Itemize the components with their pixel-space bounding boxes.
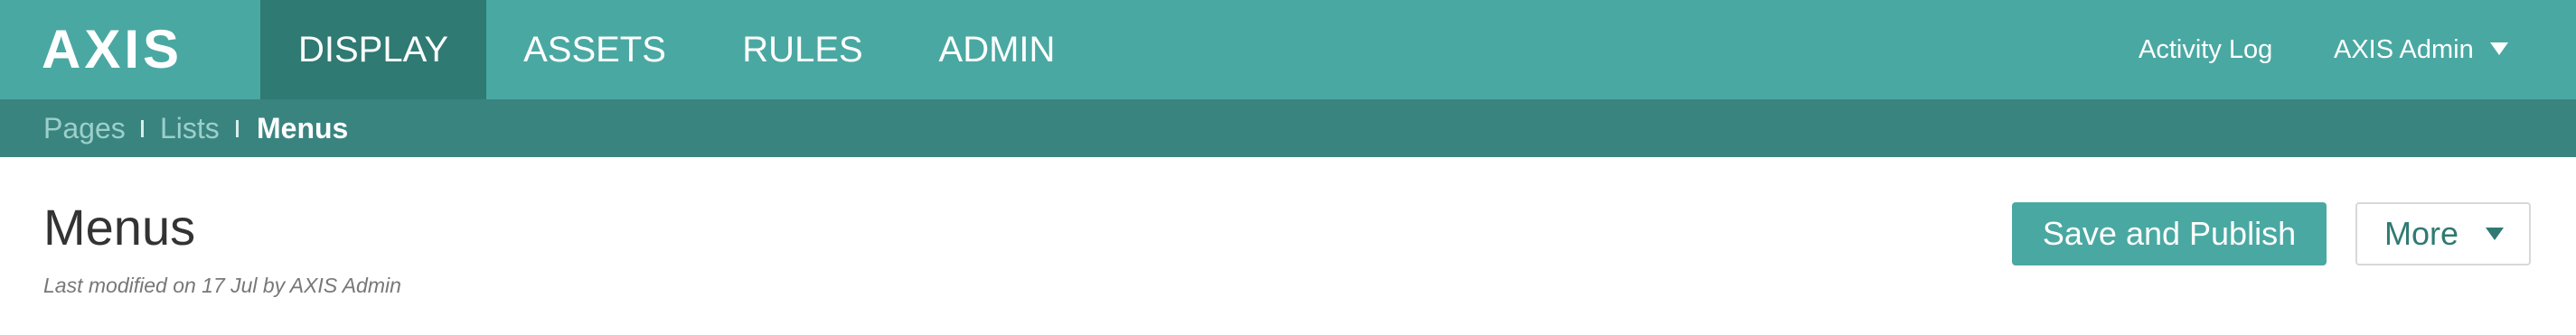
breadcrumb-item-menus: Menus [257,112,349,144]
more-button[interactable]: More [2355,202,2531,265]
breadcrumb-item-lists[interactable]: Lists [160,99,220,157]
chevron-down-icon [2486,228,2504,240]
user-menu[interactable]: AXIS Admin [2334,0,2508,99]
save-and-publish-button[interactable]: Save and Publish [2012,202,2327,265]
breadcrumb-separator [236,120,239,137]
nav-item-display[interactable]: DISPLAY [260,0,486,99]
chevron-down-icon [2489,42,2508,56]
nav-item-admin[interactable]: ADMIN [902,0,1092,99]
top-navigation-bar: AXIS DISPLAY ASSETS RULES ADMIN Activity… [0,0,2576,99]
last-modified-text: Last modified on 17 Jul by AXIS Admin [43,274,401,297]
breadcrumb-item-pages[interactable]: Pages [43,99,126,157]
user-menu-label: AXIS Admin [2334,35,2474,64]
activity-log-link[interactable]: Activity Log [2139,0,2272,99]
breadcrumb: Pages Lists Menus [0,99,2576,157]
breadcrumb-separator [141,120,144,137]
nav-item-assets[interactable]: ASSETS [486,0,703,99]
axis-logo[interactable]: AXIS [42,20,183,79]
nav-item-rules[interactable]: RULES [703,0,902,99]
page-title: Menus [43,199,196,256]
more-button-label: More [2384,215,2459,252]
